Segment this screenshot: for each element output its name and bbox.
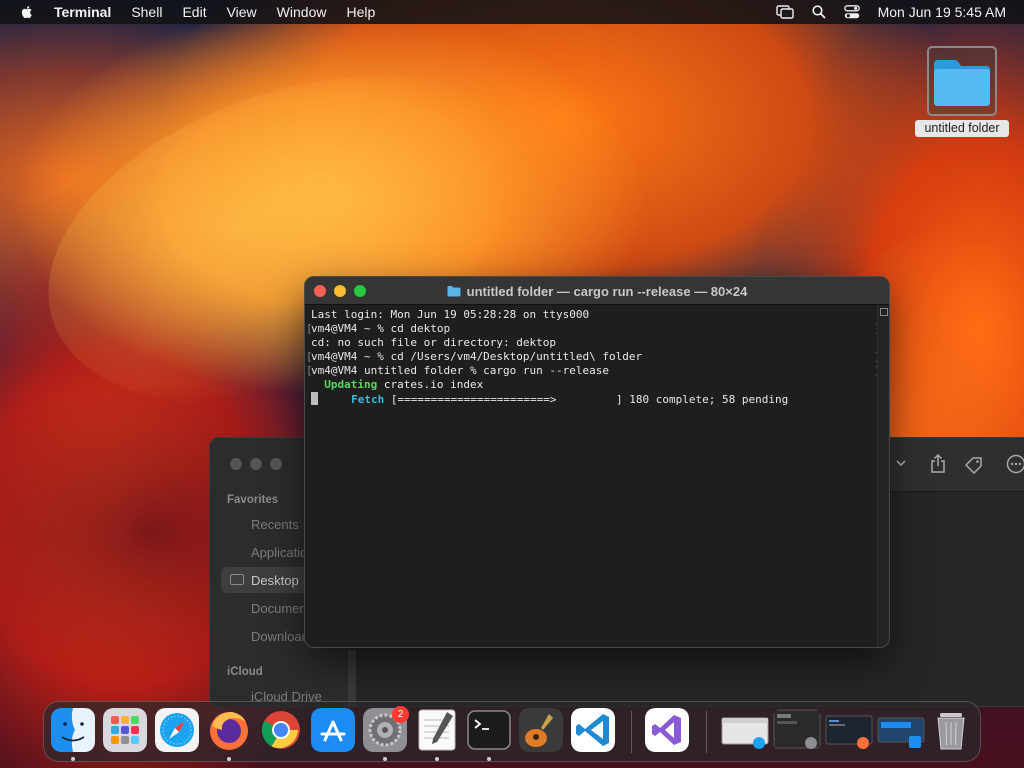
folder-icon xyxy=(934,60,990,106)
terminal-line: cd: no such file or directory: dektop xyxy=(311,336,557,349)
downloads-window-thumbnail[interactable] xyxy=(877,708,925,752)
menu-app-name[interactable]: Terminal xyxy=(54,4,111,20)
terminal-window[interactable]: untitled folder — cargo run --release — … xyxy=(304,276,890,648)
sidebar-item-desktop[interactable]: Desktop xyxy=(251,573,299,588)
menu-bar: Terminal Shell Edit View Window Help Mon… xyxy=(0,0,1024,24)
dock-separator xyxy=(706,711,707,753)
dock: 2 xyxy=(43,701,981,762)
terminal-cursor xyxy=(311,392,318,405)
vscode-icon[interactable] xyxy=(571,708,615,752)
terminal-line: Updating crates.io index xyxy=(324,378,484,391)
trash-icon[interactable] xyxy=(929,708,973,752)
finder-minimize-button[interactable] xyxy=(250,458,262,470)
terminal-title: untitled folder — cargo run --release — … xyxy=(466,283,748,299)
terminal-icon[interactable] xyxy=(467,708,511,752)
share-icon[interactable] xyxy=(930,454,946,474)
desktop-icon xyxy=(230,574,244,585)
terminal-line: [vm4@VM4 ~ % cd /Users/vm4/Desktop/untit… xyxy=(306,350,881,363)
finder-zoom-button[interactable] xyxy=(270,458,282,470)
menu-edit[interactable]: Edit xyxy=(182,4,206,20)
search-icon[interactable] xyxy=(811,5,826,19)
running-indicator xyxy=(435,757,439,761)
terminal-line: [vm4@VM4 ~ % cd dektop] xyxy=(306,322,881,335)
terminal-line: [vm4@VM4 untitled folder % cargo run --r… xyxy=(306,364,881,377)
finder-window-thumbnail[interactable] xyxy=(721,708,769,752)
sidebar-icloud-header: iCloud xyxy=(227,666,263,678)
terminal-window-thumbnail[interactable] xyxy=(773,708,821,752)
firefox-icon[interactable] xyxy=(207,708,251,752)
chevron-down-icon[interactable] xyxy=(896,460,906,468)
running-indicator xyxy=(71,757,75,761)
textedit-icon[interactable] xyxy=(415,708,459,752)
terminal-titlebar[interactable]: untitled folder — cargo run --release — … xyxy=(305,277,889,305)
desktop-folder-label: untitled folder xyxy=(915,120,1009,137)
menu-view[interactable]: View xyxy=(227,4,257,20)
running-indicator xyxy=(383,757,387,761)
finder-divider xyxy=(348,650,356,706)
terminal-line: Fetch [=======================> ] 180 co… xyxy=(311,392,877,406)
sidebar-favorites-header: Favorites xyxy=(227,494,279,506)
menu-shell[interactable]: Shell xyxy=(131,4,162,20)
more-options-icon[interactable] xyxy=(1006,454,1024,474)
app-store-icon[interactable] xyxy=(311,708,355,752)
terminal-line: Last login: Mon Jun 19 05:28:28 on ttys0… xyxy=(311,308,590,321)
tag-icon[interactable] xyxy=(964,456,984,474)
running-indicator xyxy=(227,757,231,761)
code-window-thumbnail[interactable] xyxy=(825,708,873,752)
chrome-icon[interactable] xyxy=(259,708,303,752)
terminal-scrollbar[interactable] xyxy=(877,305,889,647)
dock-separator xyxy=(631,711,632,753)
safari-icon[interactable] xyxy=(155,708,199,752)
running-indicator xyxy=(487,757,491,761)
launchpad-icon[interactable] xyxy=(103,708,147,752)
finder-icon[interactable] xyxy=(51,708,95,752)
split-pane-icon[interactable] xyxy=(880,308,888,316)
apple-icon[interactable] xyxy=(19,4,35,20)
folder-icon xyxy=(447,286,461,297)
menu-help[interactable]: Help xyxy=(346,4,375,20)
control-center-icon[interactable] xyxy=(843,5,860,19)
cargo-fetch-keyword: Fetch xyxy=(351,393,385,406)
sidebar-item-recents[interactable]: Recents xyxy=(251,517,299,532)
screen-mirroring-icon[interactable] xyxy=(775,5,794,19)
cargo-updating-keyword: Updating xyxy=(324,378,378,391)
finder-close-button[interactable] xyxy=(230,458,242,470)
menubar-clock[interactable]: Mon Jun 19 5:45 AM xyxy=(878,4,1006,20)
garageband-icon[interactable] xyxy=(519,708,563,752)
visual-studio-icon[interactable] xyxy=(645,708,689,752)
terminal-output[interactable]: Last login: Mon Jun 19 05:28:28 on ttys0… xyxy=(305,305,881,647)
menu-window[interactable]: Window xyxy=(277,4,327,20)
notification-badge: 2 xyxy=(392,706,409,723)
